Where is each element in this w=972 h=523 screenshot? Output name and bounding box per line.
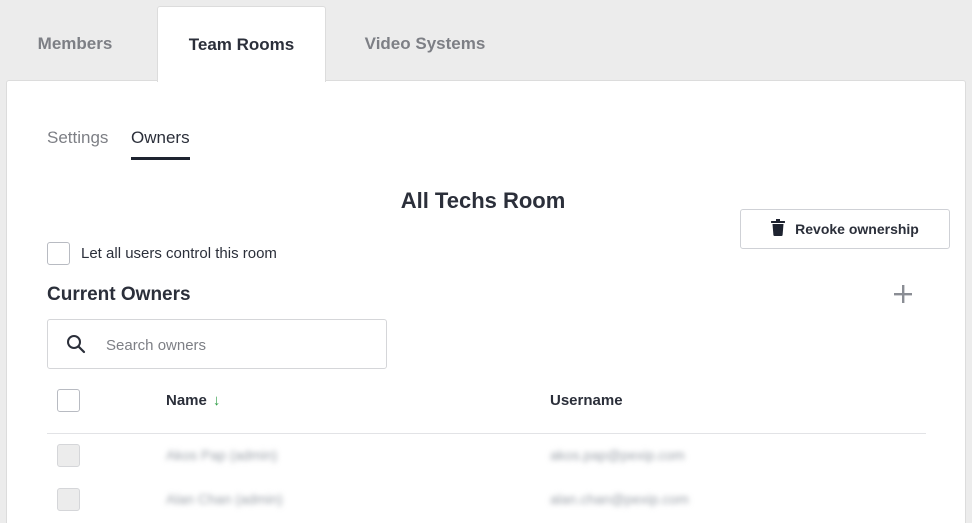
tab-members[interactable]: Members <box>0 6 150 82</box>
table-row-name-2: Alan Chan (admin) <box>166 491 283 507</box>
top-tabs: Members Team Rooms Video Systems <box>0 0 972 82</box>
current-owners-title: Current Owners <box>47 284 191 305</box>
search-owners-input[interactable] <box>106 332 376 358</box>
table-row-name-1: Akos Pap (admin) <box>166 447 278 463</box>
sort-arrow-down-icon: ↓ <box>212 392 221 409</box>
row-checkbox-1[interactable] <box>57 444 80 467</box>
table-row-username-1: akos.pap@pexip.com <box>550 447 685 463</box>
add-owner-button[interactable] <box>890 284 916 308</box>
revoke-ownership-button[interactable]: Revoke ownership <box>740 209 950 249</box>
select-all-checkbox[interactable] <box>57 389 80 412</box>
tab-team-rooms-label: Team Rooms <box>188 34 295 54</box>
subtab-settings[interactable]: Settings <box>47 128 108 160</box>
row-checkbox-2[interactable] <box>57 488 80 511</box>
plus-icon <box>894 284 912 308</box>
search-owners-box <box>47 319 387 369</box>
column-header-name[interactable]: Name ↓ <box>166 392 220 409</box>
let-all-users-label: Let all users control this room <box>81 245 277 262</box>
tab-team-rooms[interactable]: Team Rooms <box>157 6 326 82</box>
tab-members-label: Members <box>37 34 113 53</box>
tab-video-systems[interactable]: Video Systems <box>333 6 517 82</box>
let-all-users-checkbox[interactable] <box>47 242 70 265</box>
trash-icon <box>771 219 786 239</box>
revoke-ownership-label: Revoke ownership <box>795 221 919 237</box>
table-row-username-2: alan.chan@pexip.com <box>550 491 689 507</box>
subtab-owners-label: Owners <box>131 128 190 147</box>
table-divider <box>47 433 926 434</box>
search-icon <box>66 334 86 359</box>
tab-video-systems-label: Video Systems <box>364 34 486 53</box>
subtab-owners[interactable]: Owners <box>131 128 190 160</box>
subtab-settings-label: Settings <box>47 128 109 147</box>
column-header-username[interactable]: Username <box>550 392 623 409</box>
column-header-name-label: Name <box>166 392 207 409</box>
